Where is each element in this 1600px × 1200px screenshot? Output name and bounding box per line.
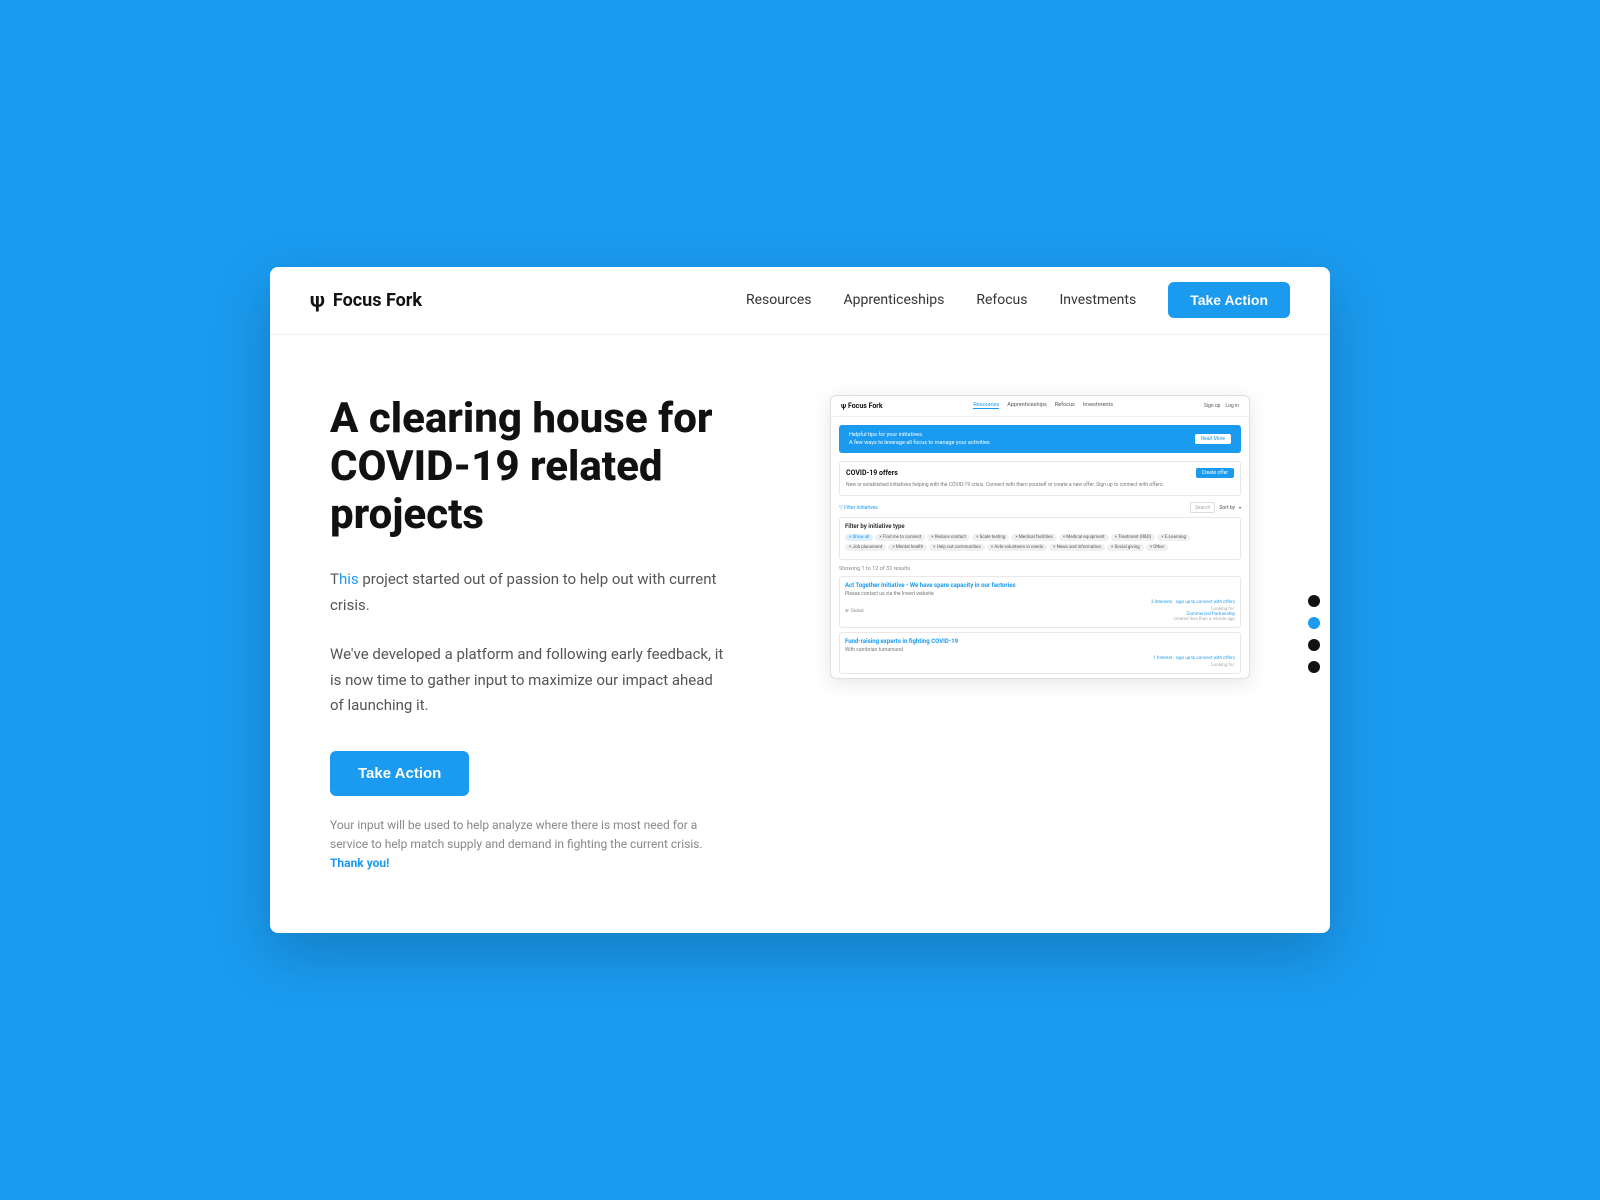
hero-desc1-highlight: his (339, 570, 359, 588)
mini-banner-content: Helpful tips for your initiatives. A few… (849, 431, 990, 448)
mini-signup: Sign up (1204, 403, 1221, 409)
mini-result-1-badge: ⊕ Global (845, 609, 864, 614)
mini-search-box[interactable]: Search (1190, 502, 1215, 513)
mini-result-2-desc: With cambrian turnaround (845, 647, 1235, 653)
disclaimer: Your input will be used to help analyze … (330, 816, 710, 874)
mini-result-2-right: 1 Interest · sign up to connect with off… (1153, 656, 1235, 668)
mini-browser: ψ Focus Fork Resources Apprenticeships R… (830, 395, 1250, 680)
dot-2[interactable] (1308, 617, 1320, 629)
mini-tag-medical-fac[interactable]: × Medical facilities (1011, 534, 1056, 541)
mini-tag-social[interactable]: × Social giving (1107, 544, 1144, 551)
mini-offers-desc: New or established initiatives helping w… (846, 482, 1234, 489)
mini-tag-find[interactable]: × Find me to connect (875, 534, 925, 541)
browser-window: ψ Focus Fork Resources Apprenticeships R… (270, 267, 1330, 934)
mini-nav-links: Resources Apprenticeships Refocus Invest… (973, 402, 1113, 409)
mini-login: Log in (1225, 403, 1239, 409)
mini-tag-elearning[interactable]: × E-Learning (1157, 534, 1190, 541)
hero-desc1-text: project started out of passion to help o… (330, 570, 716, 614)
hero-desc2-text: We've developed a platform and following… (330, 645, 723, 714)
mini-tag-news[interactable]: × News and information (1049, 544, 1105, 551)
mini-offers: COVID-19 offers Create offer New or esta… (839, 461, 1241, 496)
mini-results-count: Showing 1 to 12 of 32 results (839, 566, 1241, 572)
hero-desc2: We've developed a platform and following… (330, 642, 730, 719)
mini-result-1-name[interactable]: Act Together Initiative - We have spare … (845, 582, 1235, 589)
mini-sort-chevron: ▾ (1239, 505, 1241, 510)
hero-title: A clearing house for COVID-19 related pr… (330, 395, 730, 540)
right-panel: ψ Focus Fork Resources Apprenticeships R… (790, 395, 1290, 874)
mini-banner: Helpful tips for your initiatives. A few… (839, 425, 1241, 454)
hero-take-action-button[interactable]: Take Action (330, 751, 469, 796)
mini-navbar: ψ Focus Fork Resources Apprenticeships R… (831, 396, 1249, 417)
navbar: ψ Focus Fork Resources Apprenticeships R… (270, 267, 1330, 335)
hero-desc1-prefix: T (330, 570, 339, 588)
mini-banner-btn[interactable]: Read More (1195, 434, 1231, 444)
logo[interactable]: ψ Focus Fork (310, 288, 422, 312)
mini-filter-btn[interactable]: ▽ Filter initiatives (839, 505, 878, 511)
mini-tag-other[interactable]: × Other (1146, 544, 1168, 551)
mini-offers-header: COVID-19 offers Create offer (846, 468, 1234, 478)
mini-filter-section-title: Filter by initiative type (845, 523, 1235, 530)
mini-tag-all[interactable]: × Show all (845, 534, 873, 541)
mini-tag-volunteers[interactable]: × Aide volunteers in needs (987, 544, 1047, 551)
mini-banner-line2: A few ways to leverage all focus to mana… (849, 439, 990, 447)
mini-result-1-meta: ⊕ Global 3 Interests · sign up to connec… (845, 600, 1235, 622)
mini-offers-title: COVID-19 offers (846, 469, 898, 477)
mini-banner-line1: Helpful tips for your initiatives. (849, 431, 990, 439)
mini-tag-medical-eq[interactable]: × Medical equipment (1059, 534, 1109, 541)
mini-tags-row2: × Job placement × Mental health × Help o… (845, 544, 1235, 551)
mini-nav-btns: Sign up Log in (1204, 403, 1239, 409)
mini-tag-help-comm[interactable]: × Help out communities (929, 544, 985, 551)
nav-link-investments[interactable]: Investments (1060, 292, 1137, 308)
mini-filters-bar: ▽ Filter initiatives Search Sort by ▾ (839, 502, 1241, 513)
mini-sort-label: Sort by (1219, 505, 1235, 511)
mini-result-1-badge-text: Global (851, 609, 864, 614)
mini-tag-mental[interactable]: × Mental health (888, 544, 927, 551)
mini-result-1-desc: Please contact us via the Invest website (845, 591, 1235, 597)
mini-result-item-2: Fund-raising experts in fighting COVID-1… (839, 632, 1241, 674)
mini-result-2-interests: 1 Interest · sign up to connect with off… (1153, 656, 1235, 661)
nav-link-refocus[interactable]: Refocus (976, 292, 1027, 308)
logo-icon: ψ (310, 288, 325, 312)
mini-tags-row1: × Show all × Find me to connect × Reduce… (845, 534, 1235, 541)
mini-offers-create-btn[interactable]: Create offer (1196, 468, 1234, 478)
nav-link-resources[interactable]: Resources (746, 292, 812, 308)
globe-icon: ⊕ (845, 609, 849, 614)
logo-text: Focus Fork (333, 290, 422, 311)
mini-tag-job[interactable]: × Job placement (845, 544, 886, 551)
mini-filter-section: Filter by initiative type × Show all × F… (839, 517, 1241, 560)
mini-tag-treatment[interactable]: × Treatment (R&D) (1111, 534, 1156, 541)
disclaimer-text: Your input will be used to help analyze … (330, 818, 703, 851)
mini-result-1-interests: 3 Interests · sign up to connect with of… (1151, 600, 1235, 605)
mini-tag-testing[interactable]: × Scale testing (972, 534, 1009, 541)
dot-1[interactable] (1308, 595, 1320, 607)
mini-result-2-looking-label: Looking for: (1153, 663, 1235, 668)
mini-result-1-right: 3 Interests · sign up to connect with of… (1151, 600, 1235, 622)
page-bg: ψ Focus Fork Resources Apprenticeships R… (0, 0, 1600, 1200)
main-content: A clearing house for COVID-19 related pr… (270, 335, 1330, 934)
mini-nav-refocus: Refocus (1055, 402, 1075, 409)
mini-logo: ψ Focus Fork (841, 402, 883, 410)
nav-link-apprenticeships[interactable]: Apprenticeships (844, 292, 945, 308)
mini-search-row: Search Sort by ▾ (1190, 502, 1241, 513)
mini-tag-reduce[interactable]: × Reduce contact (927, 534, 970, 541)
mini-nav-apprenticeships: Apprenticeships (1007, 402, 1047, 409)
dot-4[interactable] (1308, 661, 1320, 673)
mini-nav-investments: Investments (1083, 402, 1113, 409)
take-action-button[interactable]: Take Action (1168, 282, 1290, 318)
side-dots (1308, 595, 1320, 673)
mini-nav-resources: Resources (973, 402, 999, 409)
mini-result-1-time: created less than a minute ago (1151, 617, 1235, 622)
nav-links: Resources Apprenticeships Refocus Invest… (746, 282, 1290, 318)
mini-result-item-1: Act Together Initiative - We have spare … (839, 576, 1241, 628)
left-panel: A clearing house for COVID-19 related pr… (330, 395, 750, 874)
mini-result-2-name[interactable]: Fund-raising experts in fighting COVID-1… (845, 638, 1235, 645)
hero-desc1: This project started out of passion to h… (330, 567, 730, 618)
disclaimer-thanks: Thank you! (330, 856, 389, 870)
mini-result-2-meta: 1 Interest · sign up to connect with off… (845, 656, 1235, 668)
dot-3[interactable] (1308, 639, 1320, 651)
